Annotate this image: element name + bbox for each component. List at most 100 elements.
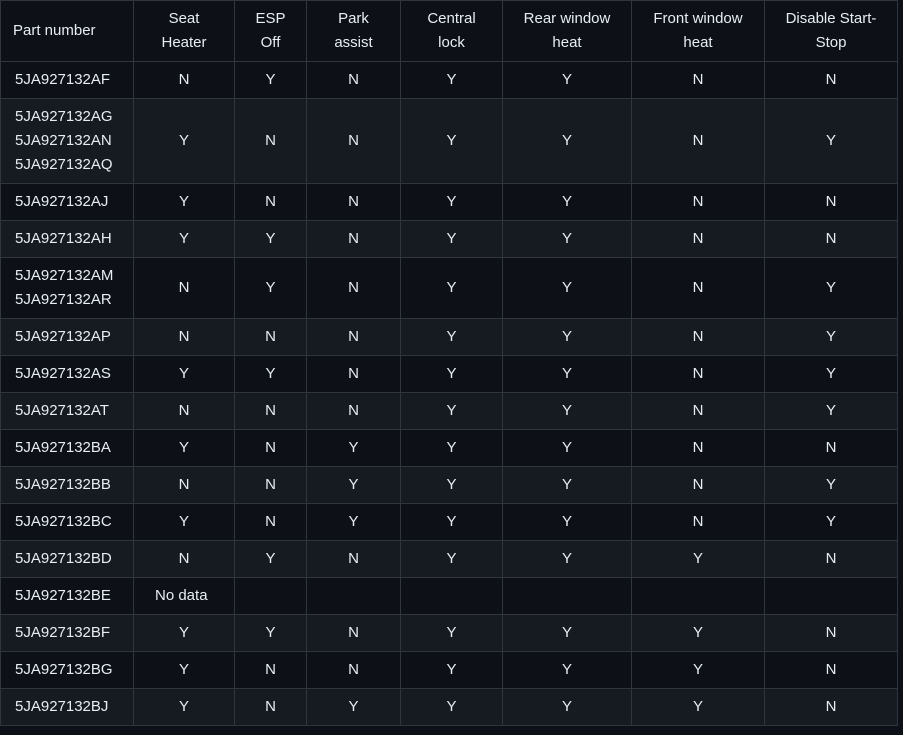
central-lock-cell: Y [400,429,503,467]
part-number: 5JA927132BA [15,439,111,456]
rear-window-heat-cell: Y [502,466,632,504]
disable-start-stop-cell: N [764,61,898,99]
park-assist-cell: N [306,183,401,221]
part-number: 5JA927132BG [15,661,113,678]
esp-off-cell: N [234,466,307,504]
header-rear-window-heat: Rear window heat [502,0,632,62]
table-row: 5JA927132BE No data [0,577,898,615]
seat-heater-cell: Y [133,355,235,393]
esp-off-cell: Y [234,355,307,393]
park-assist-cell [306,577,401,615]
seat-heater-cell: Y [133,614,235,652]
part-number: 5JA927132AM [15,267,114,284]
front-window-heat-cell: N [631,61,765,99]
part-number: 5JA927132AS [15,365,111,382]
header-label-line: Central [427,10,476,27]
part-number: 5JA927132BJ [15,698,109,715]
seat-heater-cell: Y [133,651,235,689]
rear-window-heat-cell: Y [502,318,632,356]
esp-off-cell: N [234,183,307,221]
header-label-line: heat [552,34,582,51]
disable-start-stop-cell: N [764,614,898,652]
central-lock-cell: Y [400,220,503,258]
part-number: 5JA927132BB [15,476,111,493]
table-row: 5JA927132AT N N N Y Y N Y [0,392,898,430]
park-assist-cell: N [306,318,401,356]
table-header: Part number Seat Heater ESP Off Park assist Cen… [0,0,898,62]
part-number-cell: 5JA927132AP [0,318,134,356]
header-disable-start-stop: Disable Start- Stop [764,0,898,62]
seat-heater-cell: Y [133,429,235,467]
park-assist-cell: N [306,98,401,184]
front-window-heat-cell: Y [631,688,765,726]
table-row: 5JA927132BF Y Y N Y Y Y N [0,614,898,652]
header-label-line: Heater [161,34,207,51]
front-window-heat-cell: N [631,183,765,221]
central-lock-cell: Y [400,257,503,319]
header-label-line: Park [338,10,369,27]
central-lock-cell: Y [400,503,503,541]
disable-start-stop-cell: N [764,540,898,578]
header-label-line: Seat [168,10,200,27]
disable-start-stop-cell: N [764,220,898,258]
esp-off-cell: N [234,503,307,541]
esp-off-cell: N [234,688,307,726]
central-lock-cell [400,577,503,615]
table-row: 5JA927132AM 5JA927132AR N Y N Y Y N Y [0,257,898,319]
central-lock-cell: Y [400,466,503,504]
part-number-cell: 5JA927132BB [0,466,134,504]
part-number-cell: 5JA927132AM 5JA927132AR [0,257,134,319]
header-label-line: Rear window [523,10,611,27]
table-row: 5JA927132BG Y N N Y Y Y N [0,651,898,689]
central-lock-cell: Y [400,318,503,356]
header-label-line: assist [334,34,373,51]
rear-window-heat-cell: Y [502,98,632,184]
part-number-cell: 5JA927132AT [0,392,134,430]
disable-start-stop-cell: Y [764,466,898,504]
seat-heater-cell: Y [133,98,235,184]
park-assist-cell: N [306,257,401,319]
header-part-number: Part number [0,0,134,62]
part-number: 5JA927132AJ [15,193,109,210]
disable-start-stop-cell: Y [764,257,898,319]
table-body: 5JA927132AF N Y N Y Y N N 5JA927132AG 5JA927132AN… [0,61,898,726]
seat-heater-cell: Y [133,688,235,726]
part-number-cell: 5JA927132AJ [0,183,134,221]
part-number: 5JA927132AP [15,328,111,345]
seat-heater-cell: N [133,257,235,319]
table-row: 5JA927132AF N Y N Y Y N N [0,61,898,99]
esp-off-cell: Y [234,540,307,578]
front-window-heat-cell: Y [631,614,765,652]
seat-heater-cell: Y [133,183,235,221]
front-window-heat-cell: N [631,220,765,258]
central-lock-cell: Y [400,614,503,652]
central-lock-cell: Y [400,61,503,99]
esp-off-cell: N [234,392,307,430]
header-esp-off: ESP Off [234,0,307,62]
seat-heater-cell: N [133,318,235,356]
header-label-line: Front window [653,10,743,27]
disable-start-stop-cell [764,577,898,615]
rear-window-heat-cell [502,577,632,615]
disable-start-stop-cell: N [764,651,898,689]
table-row: 5JA927132AH Y Y N Y Y N N [0,220,898,258]
part-number: 5JA927132AF [15,71,111,88]
central-lock-cell: Y [400,540,503,578]
header-label-line: Stop [815,34,847,51]
park-assist-cell: N [306,392,401,430]
rear-window-heat-cell: Y [502,220,632,258]
park-assist-cell: N [306,355,401,393]
rear-window-heat-cell: Y [502,355,632,393]
part-number-cell: 5JA927132BJ [0,688,134,726]
rear-window-heat-cell: Y [502,614,632,652]
park-assist-cell: Y [306,503,401,541]
rear-window-heat-cell: Y [502,257,632,319]
esp-off-cell: Y [234,257,307,319]
rear-window-heat-cell: Y [502,688,632,726]
park-assist-cell: N [306,614,401,652]
front-window-heat-cell: N [631,466,765,504]
seat-heater-cell: Y [133,503,235,541]
park-assist-cell: N [306,540,401,578]
part-number-cell: 5JA927132AS [0,355,134,393]
part-number: 5JA927132AG [15,108,113,125]
